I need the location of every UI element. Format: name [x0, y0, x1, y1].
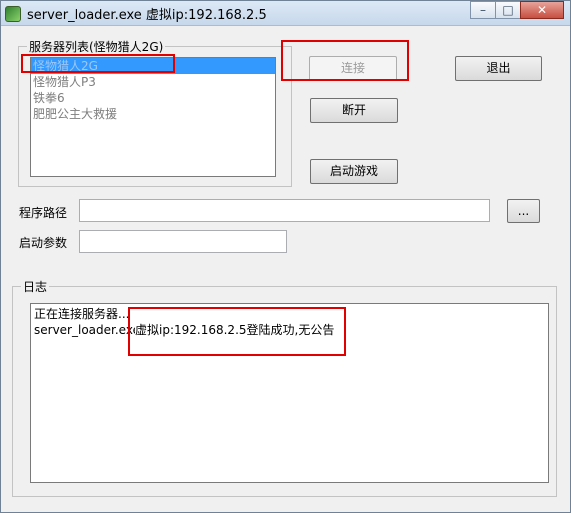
start-game-button[interactable]: 启动游戏	[310, 159, 398, 184]
disconnect-button[interactable]: 断开	[310, 98, 398, 123]
title-bar[interactable]: server_loader.exe 虚拟ip:192.168.2.5 – □ ✕	[1, 1, 570, 26]
log-group-label: 日志	[21, 278, 50, 295]
maximize-button[interactable]: □	[495, 1, 521, 19]
annotation-box-server	[21, 54, 175, 73]
window-controls: – □ ✕	[470, 1, 564, 21]
app-icon	[5, 6, 21, 22]
launch-params-input[interactable]	[79, 230, 287, 253]
server-list-item-2[interactable]: 铁拳6	[31, 90, 275, 106]
program-path-label: 程序路径	[19, 206, 68, 220]
browse-button[interactable]: ...	[507, 199, 540, 223]
annotation-box-connect	[281, 40, 409, 81]
launch-params-label: 启动参数	[19, 236, 68, 250]
minimize-button[interactable]: –	[470, 1, 496, 19]
server-list-group-label: 服务器列表(怪物猎人2G)	[27, 38, 166, 55]
program-path-input[interactable]	[79, 199, 490, 222]
exit-button[interactable]: 退出	[455, 56, 542, 81]
server-list-item-3[interactable]: 肥肥公主大救援	[31, 106, 275, 122]
server-listbox[interactable]: 怪物猎人2G 怪物猎人P3 铁拳6 肥肥公主大救援	[30, 57, 276, 177]
log-annotation-text: 虚拟ip:192.168.2.5登陆成功,无公告	[135, 321, 335, 338]
app-window: server_loader.exe 虚拟ip:192.168.2.5 – □ ✕…	[0, 0, 571, 513]
server-list-item-1[interactable]: 怪物猎人P3	[31, 74, 275, 90]
close-button[interactable]: ✕	[520, 1, 564, 19]
window-title: server_loader.exe 虚拟ip:192.168.2.5	[27, 8, 267, 23]
